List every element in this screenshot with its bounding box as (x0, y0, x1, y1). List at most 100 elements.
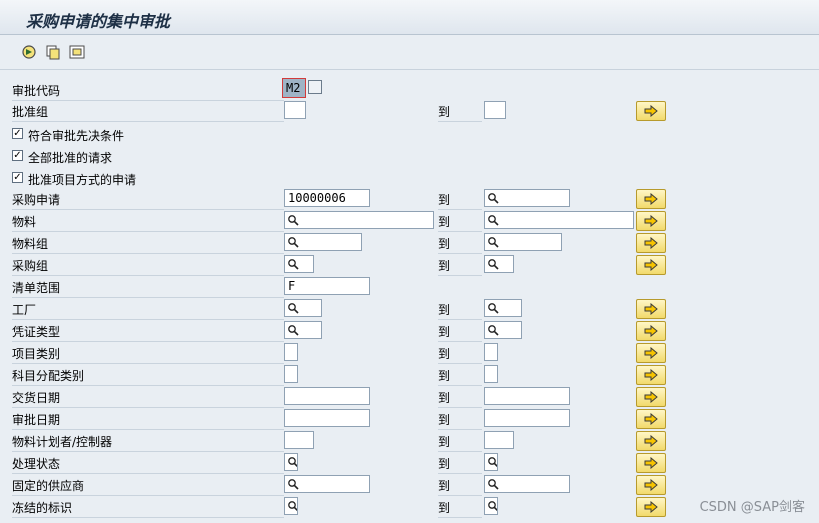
fixed-vendor-to[interactable] (484, 475, 570, 493)
approval-group-to[interactable] (484, 101, 506, 119)
multiple-selection-button[interactable] (636, 255, 666, 275)
to-label: 到 (438, 259, 482, 276)
approval-group-from[interactable] (284, 101, 306, 119)
to-label: 到 (438, 457, 482, 474)
to-label: 到 (438, 479, 482, 496)
list-scope-field[interactable]: F (284, 277, 370, 295)
purchasing-group-label: 采购组 (12, 259, 284, 276)
item-category-to[interactable] (484, 343, 498, 361)
multiple-selection-button[interactable] (636, 189, 666, 209)
multiple-selection-button[interactable] (636, 211, 666, 231)
material-group-row: 物料组 到 (12, 233, 682, 254)
item-category-label: 项目类别 (12, 347, 284, 364)
purchasing-group-to[interactable] (484, 255, 514, 273)
account-assignment-row: 科目分配类别 到 (12, 365, 682, 386)
list-scope-label: 清单范围 (12, 281, 284, 298)
to-label: 到 (438, 193, 482, 210)
selection-options-icon[interactable] (68, 43, 86, 61)
multiple-selection-button[interactable] (636, 365, 666, 385)
to-label: 到 (438, 435, 482, 452)
blocked-flag-from[interactable] (284, 497, 298, 515)
approval-date-row: 审批日期 到 (12, 409, 682, 430)
purchase-req-label: 采购申请 (12, 193, 284, 210)
multiple-selection-button[interactable] (636, 453, 666, 473)
approval-code-field[interactable]: M2 (282, 78, 306, 98)
multiple-selection-button[interactable] (636, 387, 666, 407)
mrp-controller-row: 物料计划者/控制器 到 (12, 431, 682, 452)
delivery-date-label: 交货日期 (12, 391, 284, 408)
to-label: 到 (438, 237, 482, 254)
blocked-flag-row: 冻结的标识 到 (12, 497, 682, 518)
processing-status-label: 处理状态 (12, 457, 284, 474)
all-approved-checkbox[interactable]: ✓ (12, 150, 23, 161)
multiple-selection-button[interactable] (636, 321, 666, 341)
fixed-vendor-from[interactable] (284, 475, 370, 493)
multiple-selection-button[interactable] (636, 431, 666, 451)
delivery-date-from[interactable] (284, 387, 370, 405)
approval-prereq-label: 符合审批先决条件 (28, 129, 125, 143)
to-label: 到 (438, 303, 482, 320)
processing-status-row: 处理状态 到 (12, 453, 682, 474)
plant-to[interactable] (484, 299, 522, 317)
search-help-icon (288, 501, 297, 512)
search-help-icon (488, 193, 499, 204)
to-label: 到 (438, 369, 482, 386)
search-help-icon (488, 457, 497, 468)
material-label: 物料 (12, 215, 284, 232)
to-label: 到 (438, 325, 482, 342)
multiple-selection-button[interactable] (636, 409, 666, 429)
item-approval-checkbox[interactable]: ✓ (12, 172, 23, 183)
to-label: 到 (438, 215, 482, 232)
blocked-flag-to[interactable] (484, 497, 498, 515)
to-label: 到 (438, 347, 482, 364)
mrp-controller-from[interactable] (284, 431, 314, 449)
application-toolbar (0, 35, 819, 70)
plant-from[interactable] (284, 299, 322, 317)
approval-date-label: 审批日期 (12, 413, 284, 430)
search-help-icon (288, 457, 297, 468)
processing-status-to[interactable] (484, 453, 498, 471)
account-assignment-from[interactable] (284, 365, 298, 383)
doc-type-to[interactable] (484, 321, 522, 339)
processing-status-from[interactable] (284, 453, 298, 471)
to-label: 到 (438, 413, 482, 430)
purchase-req-to[interactable] (484, 189, 570, 207)
approval-group-row: 批准组 到 (12, 101, 682, 122)
multiple-selection-button[interactable] (636, 475, 666, 495)
purchase-req-row: 采购申请 10000006 到 (12, 189, 682, 210)
search-help-icon (288, 325, 299, 336)
search-help-icon (488, 479, 499, 490)
search-help-icon (288, 259, 299, 270)
multiple-selection-button[interactable] (636, 233, 666, 253)
account-assignment-to[interactable] (484, 365, 498, 383)
multiple-selection-icon[interactable] (308, 80, 322, 94)
multiple-selection-button[interactable] (636, 299, 666, 319)
material-group-from[interactable] (284, 233, 362, 251)
search-help-icon (288, 303, 299, 314)
item-category-from[interactable] (284, 343, 298, 361)
approval-date-to[interactable] (484, 409, 570, 427)
approval-prereq-checkbox[interactable]: ✓ (12, 128, 23, 139)
approval-date-from[interactable] (284, 409, 370, 427)
watermark: CSDN @SAP剑客 (699, 500, 805, 515)
material-to[interactable] (484, 211, 634, 229)
plant-label: 工厂 (12, 303, 284, 320)
doc-type-from[interactable] (284, 321, 322, 339)
purchase-req-from[interactable]: 10000006 (284, 189, 370, 207)
mrp-controller-label: 物料计划者/控制器 (12, 435, 284, 452)
purchasing-group-from[interactable] (284, 255, 314, 273)
mrp-controller-to[interactable] (484, 431, 514, 449)
purchasing-group-row: 采购组 到 (12, 255, 682, 276)
multiple-selection-button[interactable] (636, 497, 666, 517)
to-label: 到 (438, 391, 482, 408)
search-help-icon (488, 259, 499, 270)
multiple-selection-button[interactable] (636, 101, 666, 121)
multiple-selection-button[interactable] (636, 343, 666, 363)
material-group-to[interactable] (484, 233, 562, 251)
delivery-date-to[interactable] (484, 387, 570, 405)
get-variant-icon[interactable] (44, 43, 62, 61)
execute-icon[interactable] (20, 43, 38, 61)
material-row: 物料 到 (12, 211, 682, 232)
checkbox-row: ✓ 批准项目方式的申请 (12, 169, 682, 190)
material-from[interactable] (284, 211, 434, 229)
